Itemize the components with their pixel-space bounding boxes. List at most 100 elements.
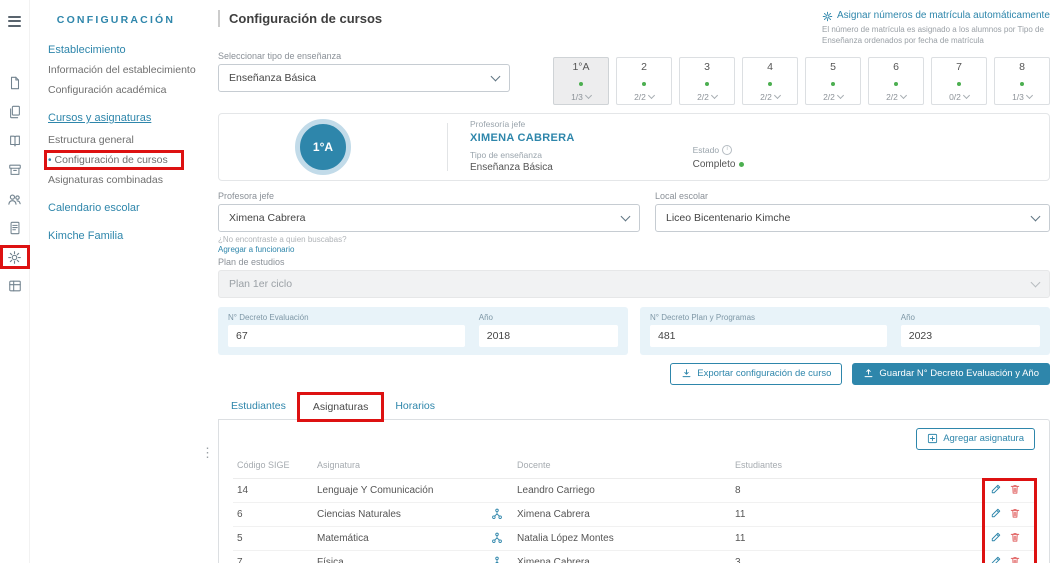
decreto-plan-anio-input[interactable]: 2023	[900, 324, 1040, 347]
add-funcionario-link[interactable]: Agregar a funcionario	[218, 245, 640, 254]
edit-icon[interactable]	[990, 483, 1002, 495]
profesora-jefe-name: XIMENA CABRERA	[470, 131, 575, 144]
sidebar-title: CONFIGURACIÓN	[56, 14, 176, 26]
course-tab-3[interactable]: 3 2/2	[679, 56, 735, 105]
archive-icon[interactable]	[4, 162, 26, 178]
upload-icon	[863, 368, 874, 379]
status-dot	[642, 81, 646, 86]
page-title: Configuración de cursos	[218, 10, 382, 27]
table-row: 7 Física Ximena Cabrera 3	[233, 550, 1035, 563]
chevron-down-icon	[584, 92, 592, 100]
sidebar-item-configuracion-academica[interactable]: Configuración académica	[48, 84, 202, 96]
local-escolar-select[interactable]: Liceo Bicentenario Kimche	[655, 203, 1050, 232]
course-tab-2[interactable]: 2 2/2	[616, 56, 672, 105]
course-tab-4[interactable]: 4 2/2	[742, 56, 798, 105]
status-dot	[579, 81, 583, 86]
document-icon[interactable]	[4, 220, 26, 236]
decreto-evaluacion-panel: N° Decreto Evaluación 67 Año 2018	[218, 306, 628, 355]
add-asignatura-button[interactable]: Agregar asignatura	[916, 427, 1035, 450]
status-dot	[739, 161, 745, 167]
decreto-evaluacion-label: N° Decreto Evaluación	[228, 312, 309, 322]
sidebar-item-calendario-escolar[interactable]: Calendario escolar	[48, 202, 202, 214]
sidebar-item-cursos-y-asignaturas[interactable]: Cursos y asignaturas	[48, 112, 202, 124]
auto-assign-icon	[822, 11, 833, 22]
sidebar-item-asignaturas-combinadas[interactable]: Asignaturas combinadas	[48, 174, 202, 186]
chevron-down-icon	[647, 92, 655, 100]
tipo-ensenanza-select[interactable]: Enseñanza Básica	[218, 63, 510, 92]
users-icon[interactable]	[4, 191, 26, 207]
sidebar-item-kimche-familia[interactable]: Kimche Familia	[48, 230, 202, 242]
cell-estudiantes: 11	[731, 526, 949, 551]
hierarchy-icon[interactable]	[491, 556, 503, 563]
row-actions	[949, 526, 1035, 551]
course-tab-5[interactable]: 5 2/2	[805, 56, 861, 105]
cell-codigo: 6	[233, 502, 313, 527]
decreto-evaluacion-anio-input[interactable]: 2018	[478, 324, 618, 347]
course-tab-6[interactable]: 6 2/2	[868, 56, 924, 105]
delete-icon[interactable]	[1009, 483, 1021, 495]
cell-codigo: 14	[233, 478, 313, 503]
plan-estudios-label: Plan de estudios	[218, 256, 285, 267]
chevron-down-icon	[899, 92, 907, 100]
edit-icon[interactable]	[990, 555, 1002, 563]
cell-estudiantes: 3	[731, 550, 949, 563]
save-decreto-button[interactable]: Guardar N° Decreto Evaluación y Año	[852, 362, 1050, 385]
sidebar-item-informacion-del-establecimiento[interactable]: Información del establecimiento	[48, 64, 202, 76]
auto-assign-matricula-link[interactable]: Asignar números de matrícula automáticam…	[822, 10, 1050, 22]
info-icon[interactable]: i	[722, 145, 733, 156]
course-tab-7[interactable]: 7 0/2	[931, 56, 987, 105]
estado-label: Estado	[692, 144, 720, 155]
anio-label: Año	[900, 312, 915, 322]
plus-square-icon	[927, 433, 938, 444]
hierarchy-icon[interactable]	[491, 532, 503, 544]
chevron-down-icon	[962, 92, 970, 100]
plan-estudios-field: Plan 1er ciclo	[218, 269, 1050, 298]
edit-icon[interactable]	[990, 531, 1002, 543]
table-row: 6 Ciencias Naturales Ximena Cabrera 11	[233, 502, 1035, 527]
col-header-asignatura: Asignatura	[313, 455, 513, 479]
chevron-down-icon	[620, 211, 631, 222]
icon-rail	[0, 0, 30, 563]
book-icon[interactable]	[4, 133, 26, 149]
cell-estudiantes: 11	[731, 502, 949, 527]
course-tab-8[interactable]: 8 1/3	[994, 56, 1050, 105]
delete-icon[interactable]	[1009, 531, 1021, 543]
sidebar-item-configuracion-de-cursos[interactable]: • Configuración de cursos	[48, 154, 180, 166]
tab-asignaturas[interactable]: Asignaturas	[298, 393, 383, 420]
drag-dots-icon[interactable]: ⋮	[201, 446, 214, 459]
download-icon	[681, 368, 692, 379]
menu-icon[interactable]	[8, 13, 21, 29]
chevron-down-icon	[1030, 211, 1041, 222]
hierarchy-icon[interactable]	[491, 508, 503, 520]
chevron-down-icon	[773, 92, 781, 100]
file-icon[interactable]	[4, 75, 26, 91]
decreto-plan-input[interactable]: 481	[650, 324, 887, 347]
table-row: 5 Matemática Natalia López Montes 11	[233, 526, 1035, 551]
section-tab-strip: Estudiantes Asignaturas Horarios	[218, 393, 1050, 420]
sidebar-item-estructura-general[interactable]: Estructura general	[48, 134, 202, 146]
cell-asignatura: Matemática	[313, 526, 513, 551]
decreto-plan-label: N° Decreto Plan y Programas	[650, 312, 756, 322]
edit-icon[interactable]	[990, 507, 1002, 519]
course-tab-1a[interactable]: 1°A 1/3	[553, 56, 609, 105]
auto-assign-note: El número de matrícula es asignado a los…	[822, 25, 1044, 45]
cell-asignatura: Física	[313, 550, 513, 563]
sidebar-item-establecimiento[interactable]: Establecimiento	[48, 44, 202, 56]
col-header-docente: Docente	[513, 455, 731, 479]
cell-asignatura: Ciencias Naturales	[313, 502, 513, 527]
gear-icon[interactable]	[4, 249, 26, 265]
board-icon[interactable]	[4, 278, 26, 294]
copy-icon[interactable]	[4, 104, 26, 120]
decreto-evaluacion-input[interactable]: 67	[228, 324, 465, 347]
cell-codigo: 5	[233, 526, 313, 551]
status-dot	[894, 81, 898, 86]
tab-estudiantes[interactable]: Estudiantes	[218, 394, 299, 419]
delete-icon[interactable]	[1009, 555, 1021, 563]
export-config-button[interactable]: Exportar configuración de curso	[670, 362, 843, 385]
decreto-plan-panel: N° Decreto Plan y Programas 481 Año 2023	[640, 306, 1050, 355]
profesora-jefe-select[interactable]: Ximena Cabrera	[218, 203, 640, 232]
page: CONFIGURACIÓN Establecimiento Informació…	[0, 0, 1053, 563]
tab-horarios[interactable]: Horarios	[382, 394, 448, 419]
row-actions	[949, 478, 1035, 503]
delete-icon[interactable]	[1009, 507, 1021, 519]
